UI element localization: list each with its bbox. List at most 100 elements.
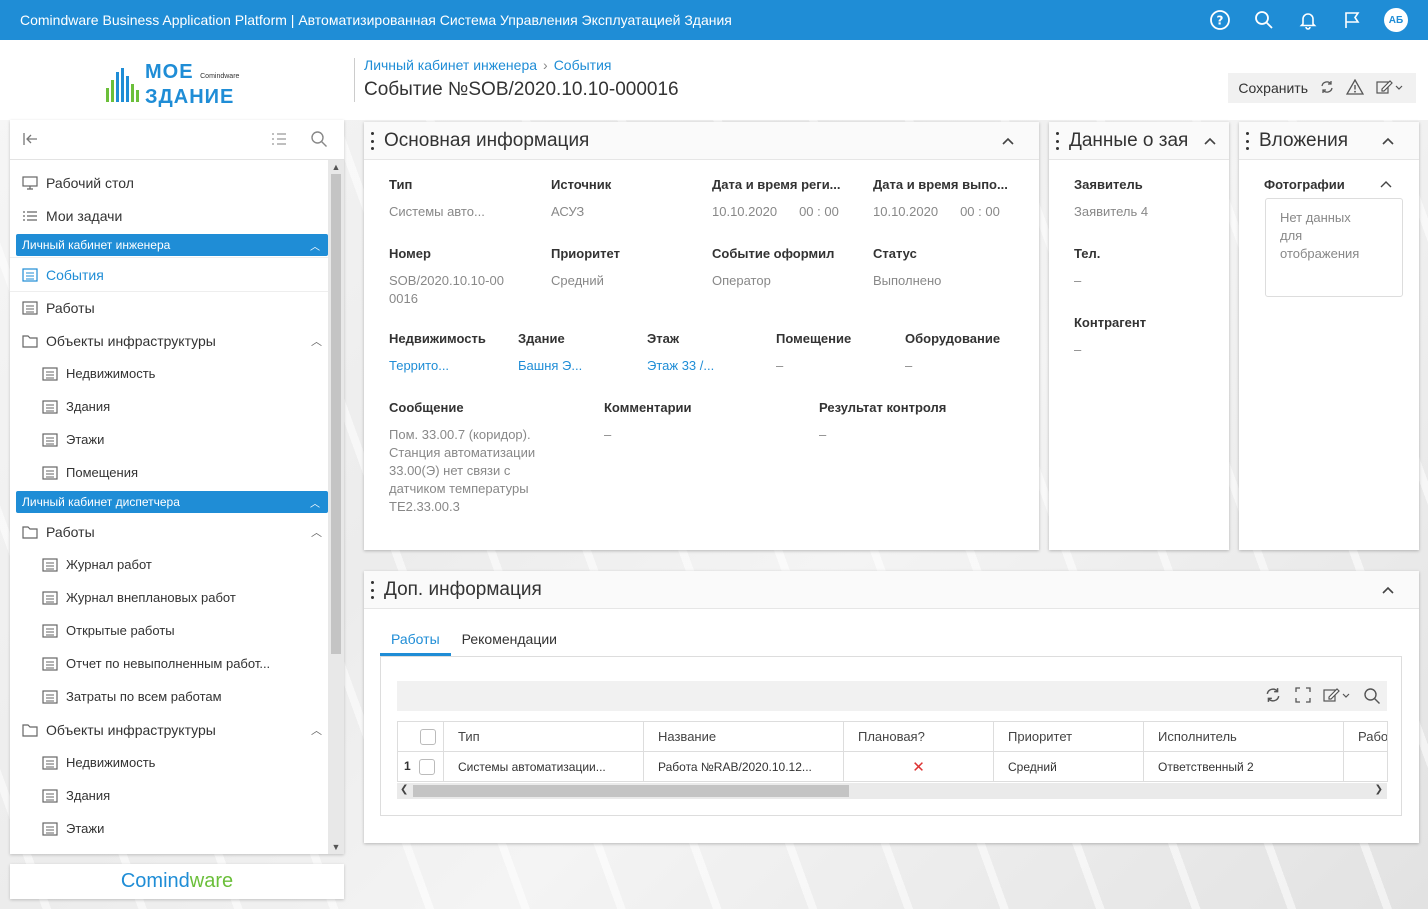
drag-handle-icon[interactable] [1246, 132, 1250, 150]
field-done-datetime[interactable]: Дата и время выпо... 10.10.2020 00 : 00 [873, 177, 1008, 221]
select-all-checkbox[interactable] [397, 721, 444, 752]
warning-icon[interactable] [1345, 78, 1365, 98]
field-number[interactable]: Номер SOB/2020.10.10-00 0016 [389, 246, 504, 308]
list-view-icon[interactable] [270, 130, 288, 153]
fullscreen-icon[interactable] [1295, 687, 1311, 708]
sidebar-item-infra2[interactable]: Объекты инфраструктуры ︿ [10, 713, 328, 746]
grid-search-icon[interactable] [1363, 687, 1381, 710]
sidebar-item-realty2[interactable]: Недвижимость [10, 746, 328, 779]
column-header[interactable]: Тип [443, 721, 644, 752]
tab-recommendations[interactable]: Рекомендации [451, 623, 568, 656]
row-checkbox[interactable] [418, 758, 435, 775]
sidebar-item-buildings2[interactable]: Здания [10, 779, 328, 812]
breadcrumb-engineer[interactable]: Личный кабинет инженера [364, 57, 537, 73]
field-reg-datetime[interactable]: Дата и время реги... 10.10.2020 00 : 00 [712, 177, 841, 221]
field-status[interactable]: Статус Выполнено [873, 246, 941, 290]
sidebar-item-rooms[interactable]: Помещения [10, 456, 328, 489]
sidebar-item-desktop[interactable]: Рабочий стол [10, 166, 328, 199]
chevron-up-icon: ︿ [311, 336, 322, 348]
breadcrumb-events[interactable]: События [554, 57, 612, 73]
edit-dropdown-icon[interactable] [1323, 687, 1353, 708]
field-room[interactable]: Помещение – [776, 331, 851, 375]
chevron-up-icon[interactable] [1381, 582, 1395, 600]
chevron-up-icon: ︿ [311, 527, 322, 539]
field-priority[interactable]: Приоритет Средний [551, 246, 620, 290]
field-type[interactable]: Тип Системы авто... [389, 177, 485, 221]
column-header[interactable]: Исполнитель [1143, 721, 1344, 752]
refresh-icon[interactable] [1320, 80, 1334, 97]
sidebar-scrollbar[interactable]: ▲ ▼ [328, 160, 344, 854]
field-applicant[interactable]: Заявитель Заявитель 4 [1074, 177, 1148, 221]
field-message[interactable]: Сообщение Пом. 33.00.7 (коридор). Станция… [389, 400, 535, 516]
drag-handle-icon[interactable] [371, 581, 375, 599]
sidebar-section-engineer[interactable]: Личный кабинет инженера ︿ [16, 234, 328, 256]
sidebar-item-events[interactable]: События [10, 258, 328, 291]
breadcrumb: Личный кабинет инженера › События [364, 57, 611, 73]
sidebar-item-realty[interactable]: Недвижимость [10, 357, 328, 390]
sidebar-item-floors2[interactable]: Этажи [10, 812, 328, 845]
sidebar-item-costs[interactable]: Затраты по всем работам [10, 680, 328, 713]
scroll-thumb[interactable] [413, 785, 849, 797]
scroll-thumb[interactable] [331, 174, 341, 654]
sidebar-search-icon[interactable] [310, 130, 328, 153]
field-comments[interactable]: Комментарии – [604, 400, 692, 444]
table-icon [22, 267, 38, 283]
column-header[interactable]: Название [643, 721, 844, 752]
logo[interactable]: МОЕ Comindware ЗДАНИЕ [106, 62, 239, 107]
sidebar-item-report[interactable]: Отчет по невыполненным работ... [10, 647, 328, 680]
chevron-up-icon[interactable] [1203, 133, 1217, 151]
scroll-right-icon[interactable]: ❯ [1375, 784, 1383, 795]
scroll-up-icon[interactable]: ▲ [328, 162, 344, 172]
chevron-up-icon: ︿ [310, 499, 320, 510]
field-phone[interactable]: Тел. – [1074, 246, 1100, 290]
table-icon [42, 821, 58, 837]
chevron-up-icon[interactable] [1379, 176, 1393, 194]
search-icon[interactable] [1252, 8, 1276, 32]
sidebar-item-open[interactable]: Открытые работы [10, 614, 328, 647]
save-button[interactable]: Сохранить [1238, 80, 1308, 96]
table-icon [42, 399, 58, 415]
horizontal-scrollbar[interactable]: ❮ ❯ [397, 783, 1387, 799]
drag-handle-icon[interactable] [371, 132, 375, 150]
field-realty[interactable]: Недвижимость Террито... [389, 331, 486, 375]
table-row[interactable]: 1 Системы автоматизации... Работа №RAB/2… [397, 751, 1388, 782]
help-icon[interactable]: ? [1208, 8, 1232, 32]
logo-area: МОЕ Comindware ЗДАНИЕ [0, 40, 354, 120]
sidebar-item-buildings[interactable]: Здания [10, 390, 328, 423]
sidebar-item-unplanned[interactable]: Журнал внеплановых работ [10, 581, 328, 614]
avatar[interactable]: АБ [1384, 8, 1408, 32]
works-grid: Тип Название Плановая? Приоритет Исполни… [380, 656, 1402, 816]
scroll-left-icon[interactable]: ❮ [400, 784, 408, 795]
field-created-by[interactable]: Событие оформил Оператор [712, 246, 834, 290]
sidebar-item-floors[interactable]: Этажи [10, 423, 328, 456]
column-header[interactable]: Приоритет [993, 721, 1144, 752]
field-equipment[interactable]: Оборудование – [905, 331, 1000, 375]
scroll-down-icon[interactable]: ▼ [328, 842, 344, 852]
field-control-result[interactable]: Результат контроля – [819, 400, 946, 444]
sidebar-item-tasks[interactable]: Мои задачи [10, 199, 328, 232]
column-header[interactable]: Плановая? [843, 721, 994, 752]
tab-works[interactable]: Работы [380, 623, 451, 656]
collapse-sidebar-icon[interactable] [22, 130, 40, 153]
refresh-icon[interactable] [1265, 687, 1281, 708]
bell-icon[interactable] [1296, 8, 1320, 32]
table-icon [42, 623, 58, 639]
sidebar-item-works2[interactable]: Работы ︿ [10, 515, 328, 548]
field-floor[interactable]: Этаж Этаж 33 /... [647, 331, 714, 375]
drag-handle-icon[interactable] [1056, 132, 1060, 150]
table-icon [42, 557, 58, 573]
edit-dropdown-icon[interactable] [1376, 79, 1406, 98]
field-counterparty[interactable]: Контрагент – [1074, 315, 1146, 359]
flag-icon[interactable] [1340, 8, 1364, 32]
extra-info-panel: Доп. информация Работы Рекомендации Тип … [364, 571, 1419, 843]
sidebar-item-journal[interactable]: Журнал работ [10, 548, 328, 581]
sidebar-item-works[interactable]: Работы [10, 291, 328, 324]
field-source[interactable]: Источник АСУЗ [551, 177, 611, 221]
column-header[interactable]: Работа [1343, 721, 1388, 752]
chevron-up-icon[interactable] [1381, 133, 1395, 151]
field-building[interactable]: Здание Башня Э... [518, 331, 582, 375]
chevron-up-icon[interactable] [1001, 133, 1015, 151]
sidebar-section-dispatcher[interactable]: Личный кабинет диспетчера ︿ [16, 491, 328, 513]
sidebar-item-infra[interactable]: Объекты инфраструктуры ︿ [10, 324, 328, 357]
page-title: Событие №SOB/2020.10.10-000016 [364, 79, 679, 100]
